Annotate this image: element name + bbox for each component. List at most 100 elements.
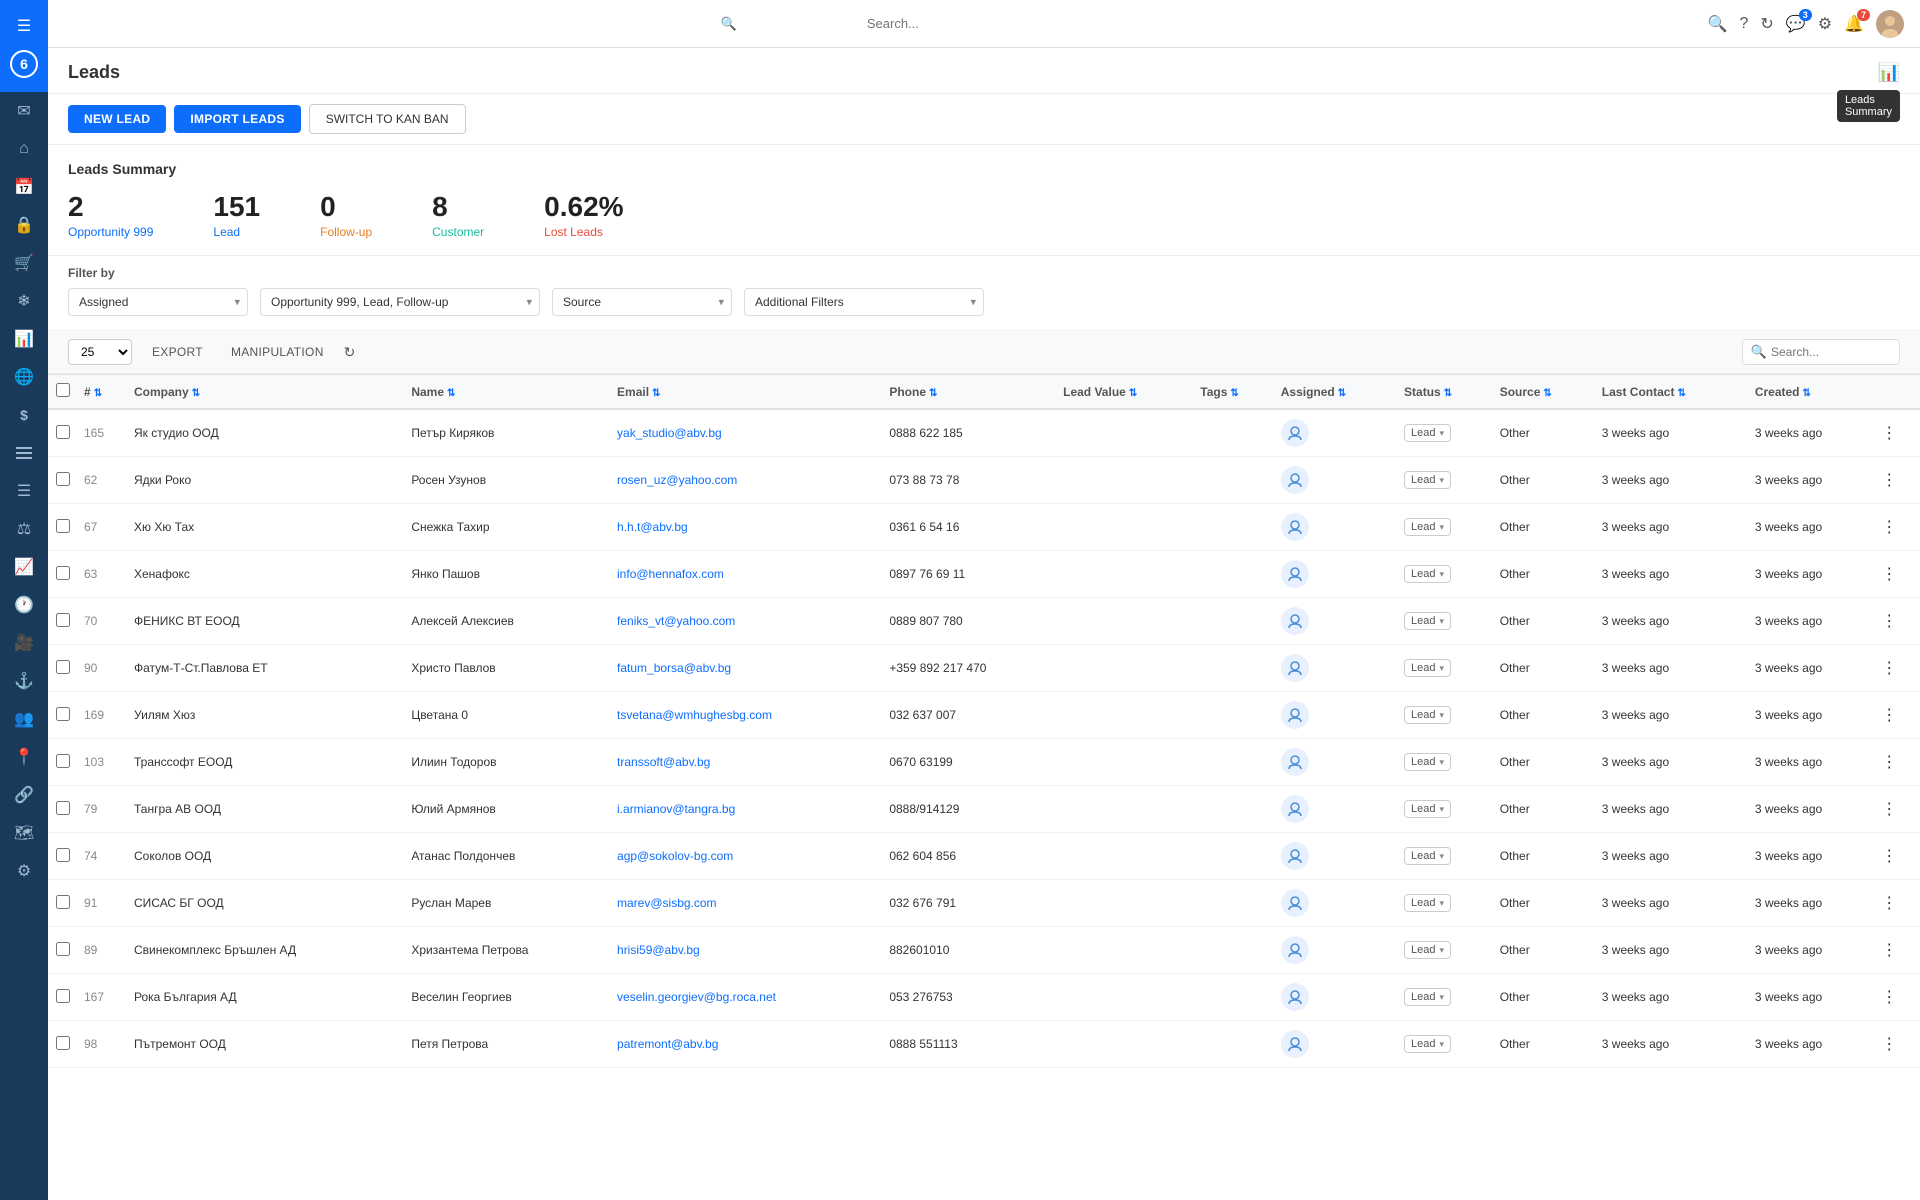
col-lead-value[interactable]: Lead Value⇅ xyxy=(1057,375,1194,410)
row-name[interactable]: Алексей Алексиев xyxy=(405,598,611,645)
row-company[interactable]: Транссофт ЕООД xyxy=(128,739,405,786)
row-name[interactable]: Илиин Тодоров xyxy=(405,739,611,786)
assign-avatar[interactable] xyxy=(1281,560,1309,588)
row-assigned[interactable] xyxy=(1275,598,1398,645)
row-email[interactable]: i.armianov@tangra.bg xyxy=(611,786,883,833)
row-assigned[interactable] xyxy=(1275,786,1398,833)
row-checkbox[interactable] xyxy=(56,519,70,533)
row-company[interactable]: Пътремонт ООД xyxy=(128,1021,405,1068)
col-source[interactable]: Source⇅ xyxy=(1494,375,1596,410)
row-checkbox[interactable] xyxy=(56,707,70,721)
row-action-menu[interactable]: ⋮ xyxy=(1875,551,1920,598)
additional-filter[interactable]: Additional Filters xyxy=(744,288,984,316)
search-nav-icon[interactable]: 🔍 xyxy=(1708,14,1728,34)
assign-avatar[interactable] xyxy=(1281,936,1309,964)
assigned-filter[interactable]: Assigned xyxy=(68,288,248,316)
status-badge[interactable]: Lead ▾ xyxy=(1404,800,1451,818)
table-search-input[interactable] xyxy=(1771,345,1891,359)
clock-icon[interactable]: 🕐 xyxy=(4,587,44,623)
row-checkbox[interactable] xyxy=(56,895,70,909)
cart-icon[interactable]: 🛒 xyxy=(4,245,44,281)
globe-icon[interactable]: 🌐 xyxy=(4,359,44,395)
location-icon[interactable]: 📍 xyxy=(4,739,44,775)
assign-avatar[interactable] xyxy=(1281,466,1309,494)
status-badge[interactable]: Lead ▾ xyxy=(1404,565,1451,583)
row-name[interactable]: Веселин Георгиев xyxy=(405,974,611,1021)
row-name[interactable]: Росен Узунов xyxy=(405,457,611,504)
row-email[interactable]: info@hennafox.com xyxy=(611,551,883,598)
status-badge[interactable]: Lead ▾ xyxy=(1404,659,1451,677)
row-email[interactable]: agp@sokolov-bg.com xyxy=(611,833,883,880)
row-assigned[interactable] xyxy=(1275,551,1398,598)
select-all-checkbox[interactable] xyxy=(56,383,70,397)
row-name[interactable]: Петя Петрова xyxy=(405,1021,611,1068)
refresh-icon[interactable]: ↻ xyxy=(344,344,356,361)
assign-avatar[interactable] xyxy=(1281,889,1309,917)
col-name[interactable]: Name⇅ xyxy=(405,375,611,410)
row-company[interactable]: Як студио ООД xyxy=(128,409,405,457)
assign-avatar[interactable] xyxy=(1281,419,1309,447)
row-action-menu[interactable]: ⋮ xyxy=(1875,927,1920,974)
row-action-menu[interactable]: ⋮ xyxy=(1875,409,1920,457)
row-email[interactable]: patremont@abv.bg xyxy=(611,1021,883,1068)
user-avatar[interactable] xyxy=(1876,10,1904,38)
manipulation-button[interactable]: MANIPULATION xyxy=(223,341,332,363)
home-icon[interactable]: ⌂ xyxy=(4,131,44,167)
balance-icon[interactable]: ⚖ xyxy=(4,511,44,547)
row-assigned[interactable] xyxy=(1275,504,1398,551)
row-assigned[interactable] xyxy=(1275,739,1398,786)
followup-label[interactable]: Follow-up xyxy=(320,225,372,239)
filter-settings-icon[interactable]: ☰ xyxy=(4,473,44,509)
row-checkbox[interactable] xyxy=(56,425,70,439)
page-size-select[interactable]: 25 xyxy=(68,339,132,365)
row-company[interactable]: Тангра АВ ООД xyxy=(128,786,405,833)
brand-logo[interactable]: 6 xyxy=(4,44,44,84)
status-badge[interactable]: Lead ▾ xyxy=(1404,847,1451,865)
leads-summary-widget[interactable]: 📊 Leads Summary xyxy=(1878,62,1900,83)
row-name[interactable]: Атанас Полдончев xyxy=(405,833,611,880)
row-checkbox[interactable] xyxy=(56,848,70,862)
status-badge[interactable]: Lead ▾ xyxy=(1404,1035,1451,1053)
row-action-menu[interactable]: ⋮ xyxy=(1875,645,1920,692)
status-badge[interactable]: Lead ▾ xyxy=(1404,471,1451,489)
col-status[interactable]: Status⇅ xyxy=(1398,375,1494,410)
snowflake-icon[interactable]: ❄ xyxy=(4,283,44,319)
switch-kanban-button[interactable]: SWITCH TO KAN BAN xyxy=(309,104,466,134)
row-email[interactable]: h.h.t@abv.bg xyxy=(611,504,883,551)
email-icon[interactable]: ✉ xyxy=(4,93,44,129)
row-checkbox[interactable] xyxy=(56,660,70,674)
row-action-menu[interactable]: ⋮ xyxy=(1875,504,1920,551)
row-action-menu[interactable]: ⋮ xyxy=(1875,739,1920,786)
history-icon[interactable]: ↻ xyxy=(1760,14,1773,34)
row-checkbox[interactable] xyxy=(56,1036,70,1050)
row-company[interactable]: ФЕНИКС ВТ ЕООД xyxy=(128,598,405,645)
row-name[interactable]: Юлий Армянов xyxy=(405,786,611,833)
assign-avatar[interactable] xyxy=(1281,1030,1309,1058)
row-email[interactable]: fatum_borsa@abv.bg xyxy=(611,645,883,692)
status-badge[interactable]: Lead ▾ xyxy=(1404,612,1451,630)
row-assigned[interactable] xyxy=(1275,880,1398,927)
col-assigned[interactable]: Assigned⇅ xyxy=(1275,375,1398,410)
status-badge[interactable]: Lead ▾ xyxy=(1404,518,1451,536)
users-icon[interactable]: 👥 xyxy=(4,701,44,737)
row-company[interactable]: Рока България АД xyxy=(128,974,405,1021)
map-icon[interactable]: 🗺 xyxy=(4,815,44,851)
messages-icon[interactable]: 💬 3 xyxy=(1786,14,1806,34)
customer-label[interactable]: Customer xyxy=(432,225,484,239)
row-email[interactable]: transsoft@abv.bg xyxy=(611,739,883,786)
row-company[interactable]: Соколов ООД xyxy=(128,833,405,880)
chart-summary-icon[interactable]: 📊 xyxy=(1878,62,1900,82)
row-company[interactable]: Ядки Роко xyxy=(128,457,405,504)
row-status[interactable]: Lead ▾ xyxy=(1398,409,1494,457)
row-assigned[interactable] xyxy=(1275,974,1398,1021)
row-name[interactable]: Петър Киряков xyxy=(405,409,611,457)
status-badge[interactable]: Lead ▾ xyxy=(1404,706,1451,724)
row-status[interactable]: Lead ▾ xyxy=(1398,457,1494,504)
row-status[interactable]: Lead ▾ xyxy=(1398,692,1494,739)
assign-avatar[interactable] xyxy=(1281,701,1309,729)
new-lead-button[interactable]: NEW LEAD xyxy=(68,105,166,133)
row-action-menu[interactable]: ⋮ xyxy=(1875,880,1920,927)
row-checkbox[interactable] xyxy=(56,472,70,486)
row-checkbox[interactable] xyxy=(56,942,70,956)
opportunity-label[interactable]: Opportunity 999 xyxy=(68,225,153,239)
